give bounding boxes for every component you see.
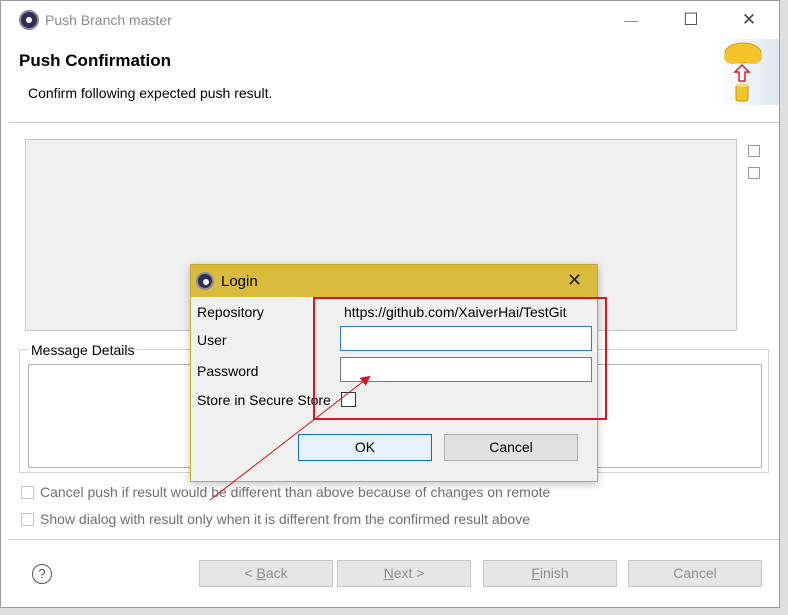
maximize-icon[interactable]: ☐ <box>676 7 706 33</box>
cancel-push-label: Cancel push if result would be different… <box>40 484 551 500</box>
page-title: Push Confirmation <box>19 51 172 70</box>
expand-all-icon[interactable] <box>748 167 760 179</box>
finish-mnemonic: F <box>531 565 540 581</box>
show-dialog-checkbox[interactable] <box>21 513 34 526</box>
back-mnemonic: B <box>256 565 266 581</box>
back-button[interactable]: < Back <box>199 560 333 587</box>
cloud-push-icon <box>713 39 779 105</box>
help-icon[interactable]: ? <box>32 564 52 584</box>
repository-label: Repository <box>197 304 264 320</box>
annotation-highlight-box <box>313 297 607 420</box>
cancel-push-checkbox[interactable] <box>21 486 34 499</box>
next-button[interactable]: Next > <box>337 560 471 587</box>
ok-button[interactable]: OK <box>298 434 432 461</box>
next-rest: ext > <box>393 565 425 581</box>
footer-separator <box>9 539 779 540</box>
window-title: Push Branch master <box>45 12 172 28</box>
back-rest: ack <box>265 565 288 581</box>
login-close-icon[interactable]: ✕ <box>567 270 582 291</box>
password-label: Password <box>197 363 259 379</box>
finish-rest: inish <box>539 565 569 581</box>
secure-store-label: Store in Secure Store <box>197 392 331 408</box>
minimize-icon[interactable]: — <box>616 7 646 33</box>
login-title-bar: Login ✕ <box>191 265 597 297</box>
user-label: User <box>197 332 227 348</box>
show-dialog-label: Show dialog with result only when it is … <box>40 511 530 527</box>
cancel-button[interactable]: Cancel <box>628 560 762 587</box>
eclipse-icon <box>19 10 39 30</box>
collapse-all-icon[interactable] <box>748 145 760 157</box>
back-prefix: < <box>244 565 257 581</box>
finish-button[interactable]: Finish <box>483 560 617 587</box>
message-details-label: Message Details <box>29 342 137 358</box>
banner-separator <box>9 122 779 123</box>
login-cancel-button[interactable]: Cancel <box>444 434 578 461</box>
page-description: Confirm following expected push result. <box>28 85 273 101</box>
show-dialog-option[interactable]: Show dialog with result only when it is … <box>21 511 530 527</box>
cancel-push-option[interactable]: Cancel push if result would be different… <box>21 484 550 500</box>
next-mnemonic: N <box>383 565 394 581</box>
title-bar: Push Branch master — ☐ ✕ <box>1 1 779 39</box>
close-icon[interactable]: ✕ <box>734 7 764 33</box>
eclipse-icon <box>196 272 214 290</box>
login-title: Login <box>221 273 258 290</box>
